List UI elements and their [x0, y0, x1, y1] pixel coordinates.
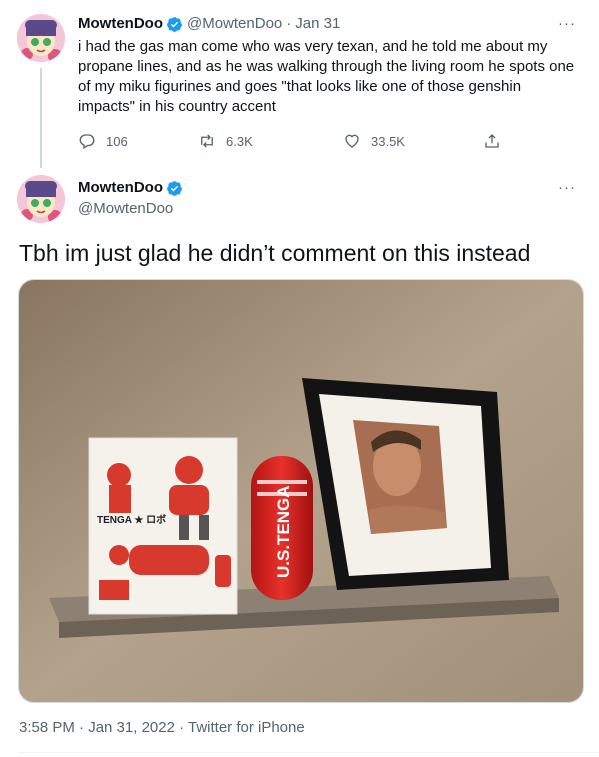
- tweet-2-text: Tbh im just glad he didn’t comment on th…: [19, 240, 531, 266]
- tweet-1[interactable]: MowtenDoo @MowtenDoo · Jan 31 ··· i had …: [78, 14, 588, 117]
- toy-box: TENGA ★ ロボ: [88, 437, 238, 615]
- verified-badge-icon: [166, 16, 183, 33]
- red-cup: U.S.TENGA: [251, 456, 313, 600]
- picture-frame: [302, 378, 509, 590]
- share-button[interactable]: [483, 132, 511, 150]
- separator: ·: [286, 15, 292, 32]
- more-options-icon[interactable]: ···: [558, 178, 576, 198]
- handle[interactable]: @MowtenDoo: [78, 199, 588, 219]
- cup-label-text: U.S.TENGA: [274, 485, 293, 578]
- tweet-1-actions: 106 6.3K 33.5K: [78, 132, 518, 154]
- like-count: 33.5K: [371, 133, 405, 149]
- thread-connector: [40, 68, 42, 168]
- retweet-count: 6.3K: [226, 133, 253, 149]
- tweet-photo[interactable]: TENGA ★ ロボ U.S.TENGA: [18, 279, 584, 703]
- tweet-1-header: MowtenDoo @MowtenDoo · Jan 31 ···: [78, 14, 588, 34]
- display-name[interactable]: MowtenDoo: [78, 178, 163, 198]
- avatar[interactable]: [17, 175, 65, 223]
- reply-icon: [79, 134, 95, 149]
- verified-badge-icon: [166, 180, 183, 197]
- tweet-date[interactable]: Jan 31: [295, 14, 340, 34]
- handle[interactable]: @MowtenDoo: [187, 14, 282, 34]
- tweet-2-header: MowtenDoo ··· @MowtenDoo: [78, 178, 588, 219]
- retweet-icon: [201, 134, 213, 148]
- box-brand-text: TENGA ★ ロボ: [97, 513, 166, 526]
- like-button[interactable]: 33.5K: [343, 132, 405, 150]
- tweet-timestamp[interactable]: 3:58 PM · Jan 31, 2022 · Twitter for iPh…: [19, 719, 305, 736]
- reply-count: 106: [106, 133, 128, 149]
- share-icon: [485, 134, 499, 148]
- retweet-button[interactable]: 6.3K: [198, 132, 253, 150]
- divider: [18, 752, 599, 753]
- heart-icon: [345, 134, 359, 148]
- reply-button[interactable]: 106: [78, 132, 128, 150]
- avatar[interactable]: [17, 14, 65, 62]
- display-name[interactable]: MowtenDoo: [78, 14, 163, 34]
- tweet-1-text: i had the gas man come who was very texa…: [78, 38, 575, 115]
- more-options-icon[interactable]: ···: [558, 14, 576, 34]
